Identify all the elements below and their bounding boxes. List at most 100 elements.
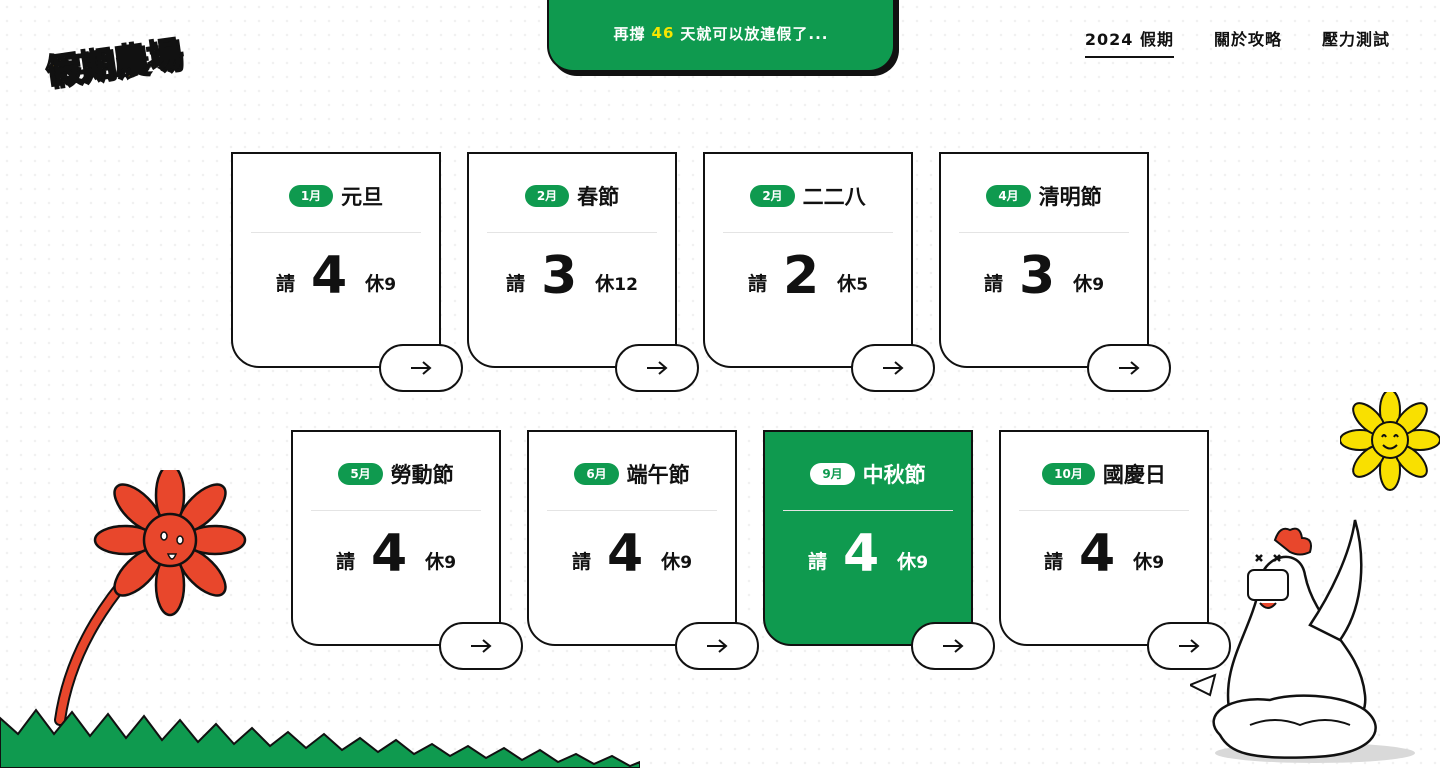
card-stats: 請 2 休5 xyxy=(705,250,911,302)
off-label-text: 休 xyxy=(837,273,857,295)
card-stats: 請 3 休9 xyxy=(941,250,1147,302)
holiday-card[interactable]: 1月 元旦 請 4 休9 xyxy=(231,152,463,392)
request-days: 3 xyxy=(541,246,578,306)
off-days: 9 xyxy=(680,553,693,573)
off-label: 休12 xyxy=(595,269,638,296)
off-days: 9 xyxy=(384,275,397,295)
card-stats: 請 4 休9 xyxy=(765,528,971,580)
card-header: 4月 清明節 xyxy=(959,178,1129,233)
month-badge: 6月 xyxy=(574,463,619,485)
request-label: 請 xyxy=(571,551,591,573)
off-label: 休9 xyxy=(1133,547,1164,574)
off-label-text: 休 xyxy=(1073,273,1093,295)
arrow-right-icon xyxy=(707,639,728,653)
off-label-text: 休 xyxy=(661,551,681,573)
request-days: 3 xyxy=(1018,246,1056,306)
card-arrow-button[interactable] xyxy=(675,622,759,670)
grass-decoration xyxy=(0,708,640,768)
off-days: 9 xyxy=(1092,275,1105,295)
request-days: 4 xyxy=(842,524,880,584)
off-label: 休9 xyxy=(425,547,456,574)
request-days: 2 xyxy=(782,246,820,306)
off-days: 9 xyxy=(916,553,929,573)
request-label: 請 xyxy=(1043,551,1063,573)
card-header: 10月 國慶日 xyxy=(1019,456,1189,511)
request-label: 請 xyxy=(747,273,767,295)
card-header: 9月 中秋節 xyxy=(783,456,953,511)
logo[interactable]: 假期農場 假期農場 xyxy=(42,26,202,96)
card-header: 2月 二二八 xyxy=(723,178,893,233)
banner-suffix: 天就可以放連假了... xyxy=(680,24,829,43)
holiday-card[interactable]: 2月 春節 請 3 休12 xyxy=(467,152,699,392)
logo-graphic: 假期農場 假期農場 xyxy=(42,33,187,96)
banner-days: 46 xyxy=(651,24,675,42)
card-header: 6月 端午節 xyxy=(547,456,717,511)
arrow-right-icon xyxy=(411,361,432,375)
red-flower-illustration xyxy=(54,470,247,726)
request-label: 請 xyxy=(983,273,1003,295)
banner-prefix: 再撐 xyxy=(613,24,646,43)
holiday-name: 元旦 xyxy=(341,185,384,209)
holiday-name: 勞動節 xyxy=(390,463,454,487)
card-stats: 請 4 休9 xyxy=(293,528,499,580)
arrow-right-icon xyxy=(943,639,964,653)
holiday-card[interactable]: 5月 勞動節 請 4 休9 xyxy=(291,430,523,670)
off-label-text: 休 xyxy=(425,551,445,573)
holiday-name: 端午節 xyxy=(626,463,690,487)
holiday-card-active[interactable]: 9月 中秋節 請 4 休9 xyxy=(763,430,995,670)
month-badge: 10月 xyxy=(1042,463,1095,485)
month-badge: 2月 xyxy=(524,185,570,207)
card-arrow-button[interactable] xyxy=(1087,344,1171,392)
month-badge: 5月 xyxy=(338,463,383,485)
request-days: 4 xyxy=(370,524,408,584)
arrow-right-icon xyxy=(471,639,492,653)
holiday-name: 二二八 xyxy=(802,185,866,209)
off-label: 休9 xyxy=(1073,269,1104,296)
request-label: 請 xyxy=(275,273,295,295)
holiday-card[interactable]: 10月 國慶日 請 4 休9 xyxy=(999,430,1231,670)
month-badge: 4月 xyxy=(986,185,1031,207)
off-days: 12 xyxy=(614,275,638,295)
holiday-card[interactable]: 6月 端午節 請 4 休9 xyxy=(527,430,759,670)
off-label: 休9 xyxy=(661,547,692,574)
card-arrow-button[interactable] xyxy=(615,344,699,392)
nav-item-stress-test[interactable]: 壓力測試 xyxy=(1322,26,1390,58)
request-days: 4 xyxy=(310,246,348,306)
off-days: 9 xyxy=(444,553,457,573)
card-stats: 請 4 休9 xyxy=(529,528,735,580)
off-label: 休9 xyxy=(365,269,396,296)
off-label-text: 休 xyxy=(1133,551,1153,573)
off-days: 5 xyxy=(856,275,869,295)
card-arrow-button[interactable] xyxy=(379,344,463,392)
card-stats: 請 3 休12 xyxy=(469,250,675,302)
card-stats: 請 4 休9 xyxy=(1001,528,1207,580)
off-label-text: 休 xyxy=(365,273,385,295)
card-header: 1月 元旦 xyxy=(251,178,421,233)
holiday-name: 清明節 xyxy=(1038,185,1102,209)
card-header: 5月 勞動節 xyxy=(311,456,481,511)
request-label: 請 xyxy=(506,273,526,295)
off-days: 9 xyxy=(1152,553,1165,573)
chicken-illustration xyxy=(1190,519,1415,763)
off-label: 休5 xyxy=(837,269,868,296)
request-label: 請 xyxy=(807,551,827,573)
card-arrow-button[interactable] xyxy=(851,344,935,392)
arrow-right-icon xyxy=(1119,361,1140,375)
month-badge: 2月 xyxy=(750,185,795,207)
top-nav: 2024 假期 關於攻略 壓力測試 xyxy=(1084,26,1390,58)
request-days: 4 xyxy=(606,524,644,584)
countdown-banner: 再撐 46 天就可以放連假了... xyxy=(547,0,895,72)
card-arrow-button[interactable] xyxy=(911,622,995,670)
month-badge: 9月 xyxy=(810,463,855,485)
month-badge: 1月 xyxy=(288,185,334,207)
card-stats: 請 4 休9 xyxy=(233,250,439,302)
off-label-text: 休 xyxy=(897,551,917,573)
off-label-text: 休 xyxy=(595,273,615,295)
holiday-card[interactable]: 4月 清明節 請 3 休9 xyxy=(939,152,1171,392)
holiday-name: 國慶日 xyxy=(1102,463,1166,487)
holiday-card[interactable]: 2月 二二八 請 2 休5 xyxy=(703,152,935,392)
nav-item-about[interactable]: 關於攻略 xyxy=(1214,26,1282,58)
card-arrow-button[interactable] xyxy=(439,622,523,670)
card-header: 2月 春節 xyxy=(487,178,657,233)
nav-item-holidays-2024[interactable]: 2024 假期 xyxy=(1084,26,1174,58)
